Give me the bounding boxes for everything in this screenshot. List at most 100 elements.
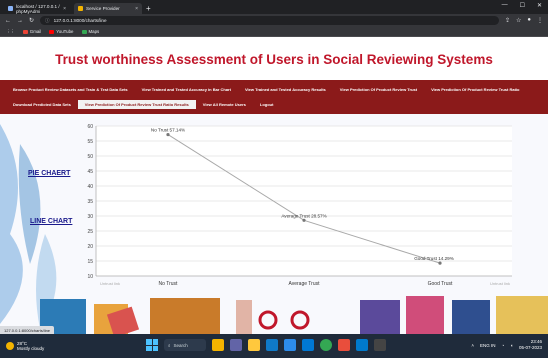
taskbar-search[interactable]: ⌕ Search bbox=[164, 339, 206, 351]
forward-icon[interactable]: → bbox=[17, 18, 23, 24]
nav-download-predicted[interactable]: Download Predicted Data Sets bbox=[6, 100, 78, 109]
info-icon[interactable]: ⓘ bbox=[45, 18, 50, 24]
y-tick-label: 10 bbox=[87, 274, 93, 280]
apps-icon[interactable]: ⋮⋮ bbox=[6, 29, 15, 35]
tray-chevron-icon[interactable]: ˄ bbox=[471, 343, 474, 348]
line-chart-link[interactable]: LINE CHART bbox=[30, 218, 72, 225]
share-icon[interactable]: ⇪ bbox=[505, 17, 510, 24]
chat-icon[interactable] bbox=[230, 339, 242, 351]
reload-icon[interactable]: ↻ bbox=[29, 17, 34, 24]
data-point bbox=[166, 132, 170, 137]
weather-text: Mostly cloudy bbox=[17, 346, 45, 351]
wifi-icon[interactable]: ◔ bbox=[502, 343, 505, 348]
weather-icon bbox=[6, 342, 14, 350]
y-tick-label: 35 bbox=[87, 199, 93, 205]
gmail-icon bbox=[22, 29, 28, 34]
tab-label: Service Provider bbox=[86, 6, 120, 11]
browser-tab-phpmyadmin[interactable]: localhost / 127.0.0.1 / phpMyAdmi × bbox=[4, 3, 70, 14]
language-indicator[interactable]: ENG IN bbox=[480, 343, 496, 348]
data-point bbox=[438, 261, 442, 265]
legend-left: Untrust link bbox=[100, 281, 120, 286]
data-label: Average Trust 28.57% bbox=[281, 213, 326, 218]
pie-chart-link[interactable]: PIE CHAERT bbox=[28, 170, 70, 177]
close-tab-icon[interactable]: × bbox=[135, 6, 138, 12]
web-page: Trust worthiness Assessment of Users in … bbox=[0, 38, 548, 334]
y-tick-label: 25 bbox=[87, 229, 93, 235]
widgets-icon[interactable] bbox=[212, 339, 224, 351]
x-tick-label: No Trust bbox=[159, 281, 179, 287]
close-window-icon[interactable]: ✕ bbox=[537, 2, 542, 9]
bookmark-youtube[interactable]: YouTube bbox=[49, 29, 74, 34]
minimize-icon[interactable]: — bbox=[502, 2, 508, 9]
window-controls: — ☐ ✕ bbox=[502, 2, 542, 9]
app-icon[interactable] bbox=[338, 339, 350, 351]
nav-remote-users[interactable]: View All Remote Users bbox=[196, 100, 253, 109]
nav-trust-ratio-results[interactable]: View Prediction Of Product Review Trust … bbox=[77, 100, 196, 109]
content-area: PIE CHAERT LINE CHART 10 15 20 25 30 35 40 45 50… bbox=[0, 114, 548, 334]
taskbar: 28°C Mostly cloudy ⌕ Search ˄ ENG IN ◔ ◖… bbox=[0, 334, 548, 358]
edge-icon[interactable] bbox=[266, 339, 278, 351]
legend-right: Untrust link bbox=[490, 281, 510, 286]
profile-icon[interactable]: ● bbox=[527, 17, 531, 24]
taskbar-apps: ⌕ Search bbox=[146, 339, 386, 351]
search-icon: ⌕ bbox=[168, 342, 171, 348]
y-tick-label: 30 bbox=[87, 214, 93, 220]
system-tray: ˄ ENG IN ◔ ◖ 23:46 05-07-2023 bbox=[471, 339, 542, 351]
vscode-icon[interactable] bbox=[356, 339, 368, 351]
tab-favicon-icon bbox=[78, 6, 83, 11]
close-tab-icon[interactable]: × bbox=[63, 6, 66, 12]
file-explorer-icon[interactable] bbox=[248, 339, 260, 351]
volume-icon[interactable]: ◖ bbox=[510, 343, 513, 348]
main-nav: Browse Product Review Datasets and Train… bbox=[0, 80, 548, 114]
nav-logout[interactable]: Logout bbox=[253, 100, 281, 109]
address-text: 127.0.0.1:8000/charts/line bbox=[53, 18, 107, 23]
y-tick-label: 40 bbox=[87, 184, 93, 190]
nav-prediction-trust[interactable]: View Prediction Of Product Review Trust bbox=[333, 85, 424, 94]
new-tab-icon[interactable]: + bbox=[146, 3, 151, 14]
browser-toolbar: ← → ↻ ⓘ 127.0.0.1:8000/charts/line ⇪ ☆ ●… bbox=[0, 14, 548, 27]
bookmark-gmail[interactable]: Gmail bbox=[22, 29, 42, 34]
bookmark-label: YouTube bbox=[56, 29, 74, 34]
clock[interactable]: 23:46 05-07-2023 bbox=[519, 339, 542, 351]
y-tick-label: 45 bbox=[87, 169, 93, 175]
bookmark-label: Gmail bbox=[29, 29, 42, 34]
youtube-icon bbox=[49, 29, 55, 34]
bookmark-star-icon[interactable]: ☆ bbox=[516, 17, 521, 24]
clock-date: 05-07-2023 bbox=[518, 345, 542, 350]
nav-browse-datasets[interactable]: Browse Product Review Datasets and Train… bbox=[6, 85, 135, 94]
mail-icon[interactable] bbox=[302, 339, 314, 351]
maps-icon bbox=[81, 29, 87, 34]
menu-icon[interactable]: ⋮ bbox=[537, 17, 543, 24]
tab-favicon-icon bbox=[8, 6, 13, 11]
y-tick-label: 20 bbox=[87, 244, 93, 250]
browser-tab-service-provider[interactable]: Service Provider × bbox=[74, 3, 142, 14]
bookmarks-bar: ⋮⋮ Gmail YouTube Maps bbox=[0, 27, 548, 37]
nav-prediction-trust-ratio[interactable]: View Prediction Of Product Review Trust … bbox=[424, 85, 526, 94]
y-tick-label: 60 bbox=[87, 124, 93, 130]
chrome-icon[interactable] bbox=[320, 339, 332, 351]
status-url: 127.0.0.1:8000/charts/line bbox=[0, 326, 55, 334]
store-icon[interactable] bbox=[284, 339, 296, 351]
address-bar[interactable]: ⓘ 127.0.0.1:8000/charts/line bbox=[40, 16, 499, 25]
maximize-icon[interactable]: ☐ bbox=[520, 2, 525, 9]
nav-accuracy-results[interactable]: View Trained and Tested Accuracy Results bbox=[238, 85, 333, 94]
nav-accuracy-bar-chart[interactable]: View Trained and Tested Accuracy in Bar … bbox=[135, 85, 238, 94]
x-tick-label: Average Trust bbox=[288, 281, 320, 287]
page-header: Trust worthiness Assessment of Users in … bbox=[0, 38, 548, 80]
line-chart-svg: 10 15 20 25 30 35 40 45 50 55 60 No Trust Average Tr… bbox=[87, 124, 512, 287]
terminal-icon[interactable] bbox=[374, 339, 386, 351]
y-tick-label: 55 bbox=[87, 139, 93, 145]
bookmark-maps[interactable]: Maps bbox=[81, 29, 100, 34]
weather-widget[interactable]: 28°C Mostly cloudy bbox=[6, 341, 44, 351]
y-tick-label: 15 bbox=[87, 259, 93, 265]
data-point bbox=[302, 218, 306, 222]
line-chart: 10 15 20 25 30 35 40 45 50 55 60 No Trust Average Tr… bbox=[72, 118, 540, 298]
browser-tab-bar: localhost / 127.0.0.1 / phpMyAdmi × Serv… bbox=[0, 0, 548, 14]
x-tick-label: Good Trust bbox=[428, 281, 453, 287]
windows-start-icon[interactable] bbox=[146, 339, 158, 351]
search-label: Search bbox=[173, 342, 188, 348]
back-icon[interactable]: ← bbox=[5, 18, 11, 24]
bookmark-label: Maps bbox=[88, 29, 100, 34]
tab-label: localhost / 127.0.0.1 / phpMyAdmi bbox=[16, 3, 60, 14]
y-tick-label: 50 bbox=[87, 154, 93, 160]
